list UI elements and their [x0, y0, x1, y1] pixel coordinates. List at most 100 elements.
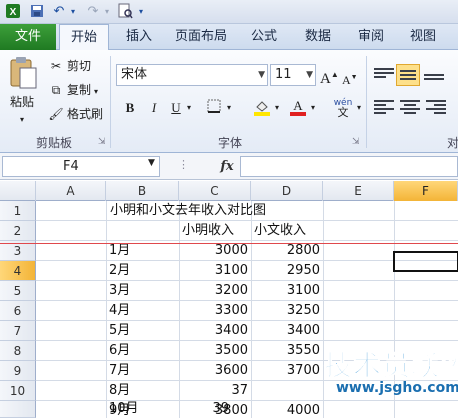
row-header-8[interactable]: 8	[0, 341, 36, 361]
paste-dropdown-icon[interactable]: ▾	[20, 110, 24, 130]
font-color-dropdown-icon[interactable]: ▾	[308, 98, 318, 118]
clipboard-launcher-icon[interactable]: ⇲	[98, 132, 106, 152]
selected-cell-f4[interactable]	[393, 251, 458, 272]
tab-review[interactable]: 审阅	[352, 24, 390, 50]
align-right-icon[interactable]	[426, 98, 446, 116]
row-header-1[interactable]: 1	[0, 201, 36, 221]
cell-xiaowen[interactable]: 3700	[251, 361, 320, 381]
cell-xiaowen[interactable]: 3550	[251, 341, 320, 361]
column-header-b[interactable]: B	[106, 181, 179, 201]
row-header-4[interactable]: 4	[0, 261, 36, 281]
row-header-6[interactable]: 6	[0, 301, 36, 321]
name-box[interactable]: F4	[2, 156, 160, 177]
bold-button[interactable]: B	[120, 98, 140, 118]
cell-xiaowen[interactable]	[251, 381, 320, 401]
cell-month[interactable]: 3月	[109, 281, 130, 301]
copy-button[interactable]: ⧉ 复制 ▾	[48, 80, 98, 100]
cell-month[interactable]: 10月	[109, 400, 139, 418]
formula-bar-resize-icon[interactable]: ⋮	[178, 158, 189, 171]
save-icon[interactable]	[28, 3, 46, 21]
paste-icon[interactable]	[8, 56, 40, 90]
cell-xiaoming[interactable]: 3400	[179, 321, 248, 341]
column-header-e[interactable]: E	[323, 181, 394, 201]
cell-month[interactable]: 1月	[109, 241, 130, 261]
cell-xiaoming[interactable]: 3500	[179, 341, 248, 361]
fill-color-dropdown-icon[interactable]: ▾	[272, 98, 282, 118]
column-header-f[interactable]: F	[394, 181, 458, 201]
tab-formulas[interactable]: 公式	[245, 24, 283, 50]
paste-button[interactable]: 粘贴	[10, 92, 34, 112]
cell-xiaowen[interactable]: 4000	[251, 401, 320, 418]
cell-xiaoming[interactable]: 3100	[179, 261, 248, 281]
font-size-dropdown-icon[interactable]: ▼	[306, 65, 313, 85]
font-launcher-icon[interactable]: ⇲	[352, 132, 360, 152]
customize-qat-icon[interactable]: ▾	[136, 3, 146, 21]
cell-xiaoming[interactable]: 3200	[179, 281, 248, 301]
cell-xiaoming[interactable]: 39	[179, 400, 229, 418]
cell-month[interactable]: 4月	[109, 301, 130, 321]
cell-xiaoming[interactable]: 3300	[179, 301, 248, 321]
select-all-corner[interactable]	[0, 181, 36, 201]
shrink-font-button[interactable]: A▼	[342, 67, 358, 87]
print-preview-icon[interactable]	[116, 3, 134, 21]
align-left-icon[interactable]	[374, 98, 394, 116]
formula-input[interactable]	[240, 156, 458, 177]
cell-xiaoming[interactable]: 37	[179, 381, 248, 401]
cell-month[interactable]: 8月	[109, 381, 130, 401]
row-header-7[interactable]: 7	[0, 321, 36, 341]
row-header-9[interactable]: 9	[0, 361, 36, 381]
row-header-10[interactable]: 10	[0, 381, 36, 401]
undo-icon[interactable]: ↶	[50, 3, 68, 21]
insert-function-button[interactable]: fx	[215, 156, 239, 177]
cell-xiaowen[interactable]: 2950	[251, 261, 320, 281]
tab-home[interactable]: 开始	[59, 24, 109, 51]
phonetic-dropdown-icon[interactable]: ▾	[354, 98, 364, 118]
tab-file[interactable]: 文件	[0, 24, 56, 50]
cell-d2-header[interactable]: 小文收入	[254, 221, 306, 241]
column-header-c[interactable]: C	[179, 181, 251, 201]
row-header-3[interactable]: 3	[0, 241, 36, 261]
cell-xiaowen[interactable]: 3100	[251, 281, 320, 301]
grow-font-button[interactable]: A▲	[320, 65, 339, 87]
borders-icon[interactable]	[204, 98, 224, 118]
cell-xiaowen[interactable]: 2800	[251, 241, 320, 261]
tab-page-layout[interactable]: 页面布局	[170, 24, 232, 50]
redo-dropdown-icon[interactable]: ▾	[102, 3, 112, 21]
copy-dropdown-icon[interactable]: ▾	[94, 87, 98, 96]
underline-button[interactable]: U	[166, 98, 186, 118]
phonetic-guide-button[interactable]: wén 文	[330, 98, 356, 119]
borders-dropdown-icon[interactable]: ▾	[224, 98, 234, 118]
row-header-12-partial[interactable]	[0, 401, 36, 418]
font-size-combo[interactable]: 11 ▼	[270, 64, 316, 86]
fill-color-icon[interactable]	[252, 98, 272, 118]
format-painter-button[interactable]: 🖌 格式刷	[48, 104, 103, 124]
row-header-5[interactable]: 5	[0, 281, 36, 301]
cut-button[interactable]: ✂ 剪切	[48, 56, 91, 76]
cell-month[interactable]: 2月	[109, 261, 130, 281]
cell-xiaowen[interactable]: 3400	[251, 321, 320, 341]
cell-month[interactable]: 6月	[109, 341, 130, 361]
cell-month[interactable]: 7月	[109, 361, 130, 381]
font-color-icon[interactable]: A	[288, 98, 308, 118]
undo-dropdown-icon[interactable]: ▾	[68, 3, 78, 21]
column-header-d[interactable]: D	[251, 181, 323, 201]
cell-c2-header[interactable]: 小明收入	[182, 221, 234, 241]
cell-xiaoming[interactable]: 3600	[179, 361, 248, 381]
align-top-icon[interactable]	[374, 66, 394, 84]
tab-insert[interactable]: 插入	[120, 24, 158, 50]
cell-xiaoming[interactable]: 3000	[179, 241, 248, 261]
align-center-icon[interactable]	[400, 98, 420, 116]
underline-dropdown-icon[interactable]: ▾	[184, 98, 194, 118]
name-box-dropdown-icon[interactable]: ▼	[148, 158, 155, 168]
tab-data[interactable]: 数据	[299, 24, 337, 50]
redo-icon[interactable]: ↷	[84, 3, 102, 21]
align-middle-icon[interactable]	[396, 64, 420, 86]
font-name-combo[interactable]: 宋体 ▼	[116, 64, 268, 86]
cell-xiaowen[interactable]: 3250	[251, 301, 320, 321]
align-bottom-icon[interactable]	[424, 68, 444, 86]
tab-view[interactable]: 视图	[404, 24, 442, 50]
cell-month[interactable]: 5月	[109, 321, 130, 341]
font-name-dropdown-icon[interactable]: ▼	[258, 65, 265, 85]
cell-b1-title[interactable]: 小明和小文去年收入对比图	[110, 201, 266, 221]
column-header-a[interactable]: A	[36, 181, 106, 201]
